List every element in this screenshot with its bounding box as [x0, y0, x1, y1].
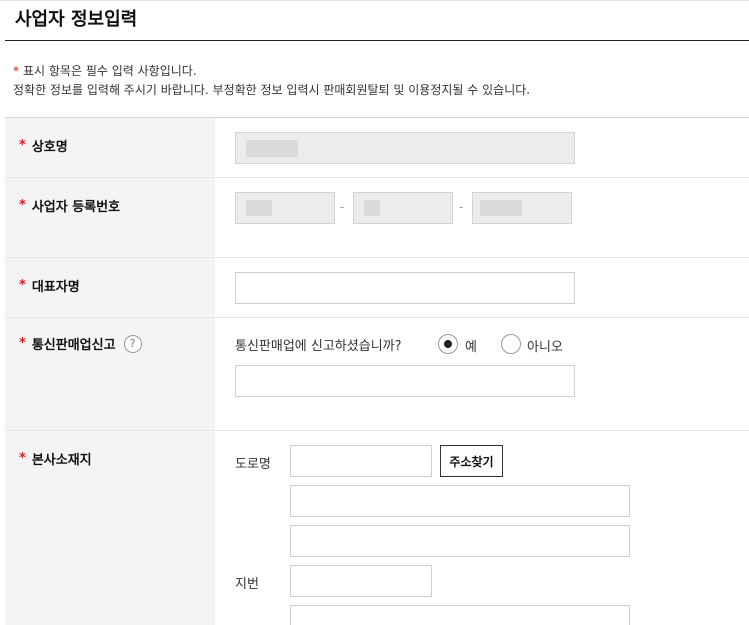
headquarters-address-label: * 본사소재지	[19, 449, 92, 468]
required-mark: *	[19, 198, 26, 213]
redacted-value	[246, 140, 298, 157]
business-number-label: * 사업자 등록번호	[19, 196, 120, 215]
label-column	[5, 118, 215, 625]
redacted-value	[364, 200, 380, 216]
ecommerce-report-label: * 통신판매업신고?	[19, 334, 142, 353]
redacted-value	[246, 200, 272, 216]
business-name-label-text: 상호명	[31, 140, 68, 155]
row-divider	[5, 177, 749, 178]
redacted-value	[480, 200, 522, 216]
number-separator: -	[459, 200, 464, 214]
representative-name-input[interactable]	[235, 272, 575, 304]
radio-no[interactable]	[501, 334, 521, 354]
radio-no-label[interactable]: 아니오	[527, 336, 563, 355]
road-address-detail-input[interactable]	[290, 525, 630, 557]
required-notice-text: 표시 항목은 필수 입력 사항입니다.	[23, 64, 197, 78]
required-notice: * 표시 항목은 필수 입력 사항입니다.	[13, 62, 197, 79]
headquarters-address-label-text: 본사소재지	[31, 453, 92, 468]
representative-label-text: 대표자명	[31, 280, 80, 295]
page-title: 사업자 정보입력	[15, 9, 138, 30]
required-mark: *	[19, 278, 26, 293]
address-search-button[interactable]: 주소찾기	[440, 445, 503, 477]
question-circle-icon[interactable]: ?	[123, 334, 142, 353]
row-divider	[5, 257, 749, 258]
accuracy-notice: 정확한 정보를 입력해 주시기 바랍니다. 부정확한 정보 입력시 판매회원탈퇴…	[13, 83, 531, 97]
number-separator: -	[340, 200, 345, 214]
top-border	[0, 0, 749, 1]
radio-yes-label[interactable]: 예	[465, 336, 477, 355]
lot-address-label: 지번	[235, 577, 259, 592]
ecommerce-report-number-input[interactable]	[235, 365, 575, 397]
radio-yes[interactable]	[438, 334, 458, 354]
title-divider	[5, 40, 749, 41]
required-mark: *	[19, 451, 26, 466]
row-divider	[5, 430, 749, 431]
required-mark: *	[19, 138, 26, 153]
required-mark: *	[13, 64, 19, 78]
business-name-label: * 상호명	[19, 136, 68, 155]
road-zipcode-input[interactable]	[290, 445, 432, 477]
road-address-label: 도로명	[235, 457, 271, 472]
required-mark: *	[19, 336, 26, 351]
ecommerce-question: 통신판매업에 신고하셨습니까?	[235, 339, 402, 354]
ecommerce-report-label-text: 통신판매업신고	[31, 338, 116, 353]
representative-label: * 대표자명	[19, 276, 80, 295]
business-number-label-text: 사업자 등록번호	[31, 200, 121, 215]
road-address-input[interactable]	[290, 485, 630, 517]
lot-zipcode-input[interactable]	[290, 565, 432, 597]
row-divider	[5, 317, 749, 318]
lot-address-input[interactable]	[290, 605, 630, 625]
